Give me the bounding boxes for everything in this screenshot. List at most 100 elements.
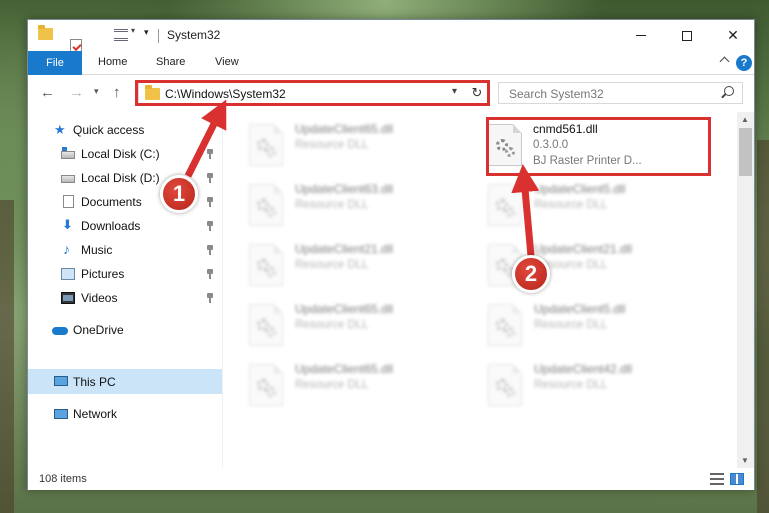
annotation-badge-1: 1 — [160, 175, 198, 213]
file-name: UpdateClient65.dll — [295, 362, 394, 376]
music-icon: ♪ — [63, 241, 70, 257]
dropdown-chevron-icon[interactable]: ▾ — [144, 27, 149, 43]
sidebar-item-label: Documents — [81, 195, 142, 209]
file-description: Resource DLL — [534, 319, 608, 331]
large-icons-view-icon[interactable] — [730, 473, 744, 485]
tab-share[interactable]: Share — [156, 56, 185, 68]
disk-icon — [61, 147, 75, 159]
tab-home[interactable]: Home — [98, 56, 127, 68]
sidebar-item-label: Music — [81, 243, 113, 257]
star-icon: ★ — [54, 122, 66, 137]
file-tile[interactable]: UpdateClient5.dll Resource DLL — [462, 298, 682, 350]
title-separator — [158, 29, 159, 43]
download-icon: ⬇ — [62, 217, 73, 232]
sidebar-item-label: Pictures — [81, 267, 125, 281]
minimize-button[interactable] — [618, 20, 664, 51]
background-tree-trunk — [0, 200, 14, 513]
dll-file-icon — [488, 184, 522, 226]
folder-icon — [38, 25, 53, 40]
pin-icon — [206, 245, 214, 255]
sidebar-item-quick-access[interactable]: ★ Quick access — [28, 118, 222, 142]
file-highlight-box — [486, 117, 711, 176]
sidebar-item-network[interactable]: Network — [28, 402, 222, 426]
dll-file-icon — [488, 304, 522, 346]
pin-icon — [206, 173, 214, 183]
file-description: Resource DLL — [534, 379, 608, 391]
maximize-icon — [682, 30, 692, 41]
file-description: Resource DLL — [295, 199, 369, 211]
pin-icon — [206, 221, 214, 231]
search-input[interactable]: Search System32 — [509, 87, 604, 101]
sidebar-item-label: Local Disk (D:) — [81, 171, 160, 185]
file-tile[interactable]: UpdateClient21.dll Resource DLL — [223, 238, 443, 290]
file-tile[interactable]: UpdateClient5.dll Resource DLL — [462, 178, 682, 230]
sidebar-item-label: This PC — [73, 374, 116, 389]
details-view-icon[interactable] — [710, 473, 724, 485]
customize-toolbar-chevron-icon[interactable]: ▾ — [131, 26, 135, 42]
file-name: UpdateClient21.dll — [534, 242, 633, 256]
close-button[interactable]: ✕ — [710, 20, 756, 51]
dll-file-icon — [488, 364, 522, 406]
file-name: UpdateClient65.dll — [295, 122, 394, 136]
file-tile[interactable]: UpdateClient42.dll Resource DLL — [462, 358, 682, 410]
help-icon[interactable]: ? — [736, 55, 752, 71]
explorer-window: ▾ ▾ System32 ✕ File Home Share View ? ← … — [27, 19, 755, 490]
sidebar-item-label: Local Disk (C:) — [81, 147, 160, 161]
file-tile[interactable]: UpdateClient21.dll Resource DLL — [462, 238, 682, 290]
file-name: UpdateClient5.dll — [534, 302, 626, 316]
up-arrow-icon[interactable]: ↑ — [113, 84, 121, 101]
annotation-badge-2: 2 — [512, 255, 550, 293]
network-icon — [54, 409, 68, 419]
file-description: Resource DLL — [534, 199, 608, 211]
sidebar-item-label: OneDrive — [73, 323, 124, 337]
vertical-scrollbar[interactable]: ▲ ▼ — [737, 112, 754, 468]
file-tile[interactable]: UpdateClient65.dll Resource DLL — [223, 118, 443, 170]
minimize-icon — [636, 35, 646, 36]
dll-file-icon — [249, 244, 283, 286]
sidebar-item-this-pc[interactable]: This PC — [28, 369, 222, 394]
scrollbar-thumb[interactable] — [739, 128, 752, 176]
recent-locations-chevron-icon[interactable]: ▾ — [94, 86, 99, 97]
document-icon — [63, 195, 74, 208]
pin-icon — [206, 293, 214, 303]
tab-file[interactable]: File — [28, 51, 82, 75]
search-box[interactable]: Search System32 — [498, 82, 743, 104]
sidebar-item-label: Downloads — [81, 219, 141, 233]
view-options-icon[interactable] — [114, 29, 128, 41]
forward-arrow-icon[interactable]: → — [69, 84, 84, 101]
sidebar-item-downloads[interactable]: ⬇ Downloads — [28, 214, 222, 238]
sidebar-item-music[interactable]: ♪ Music — [28, 238, 222, 262]
disk-icon — [61, 175, 75, 183]
file-name: UpdateClient5.dll — [534, 182, 626, 196]
close-icon: ✕ — [727, 27, 739, 43]
address-highlight-box — [135, 80, 490, 106]
ribbon-tabs: File Home Share View ? — [28, 51, 754, 75]
dll-file-icon — [249, 364, 283, 406]
file-name: UpdateClient65.dll — [295, 302, 394, 316]
scroll-up-arrow-icon[interactable]: ▲ — [741, 115, 749, 124]
cloud-icon — [52, 327, 68, 335]
dll-file-icon — [249, 304, 283, 346]
tab-view[interactable]: View — [215, 56, 239, 68]
dll-file-icon — [249, 184, 283, 226]
file-description: Resource DLL — [295, 259, 369, 271]
search-icon[interactable] — [724, 86, 734, 96]
sidebar-item-label: Network — [73, 407, 118, 421]
scroll-down-arrow-icon[interactable]: ▼ — [741, 456, 749, 465]
file-description: Resource DLL — [295, 139, 369, 151]
file-tile[interactable]: UpdateClient63.dll Resource DLL — [223, 178, 443, 230]
sidebar-item-onedrive[interactable]: OneDrive — [28, 318, 222, 342]
file-tile[interactable]: UpdateClient65.dll Resource DLL — [223, 298, 443, 350]
file-tile[interactable]: UpdateClient65.dll Resource DLL — [223, 358, 443, 410]
pin-icon — [206, 149, 214, 159]
sidebar-item-videos[interactable]: Videos — [28, 286, 222, 310]
file-name: UpdateClient63.dll — [295, 182, 394, 196]
window-title: System32 — [167, 28, 221, 42]
file-description: Resource DLL — [295, 379, 369, 391]
dll-file-icon — [249, 124, 283, 166]
sidebar-item-pictures[interactable]: Pictures — [28, 262, 222, 286]
back-arrow-icon[interactable]: ← — [40, 84, 55, 101]
expand-ribbon-chevron-icon[interactable] — [719, 56, 730, 67]
sidebar-item-local-disk-c[interactable]: Local Disk (C:) — [28, 142, 222, 166]
maximize-button[interactable] — [664, 20, 710, 51]
